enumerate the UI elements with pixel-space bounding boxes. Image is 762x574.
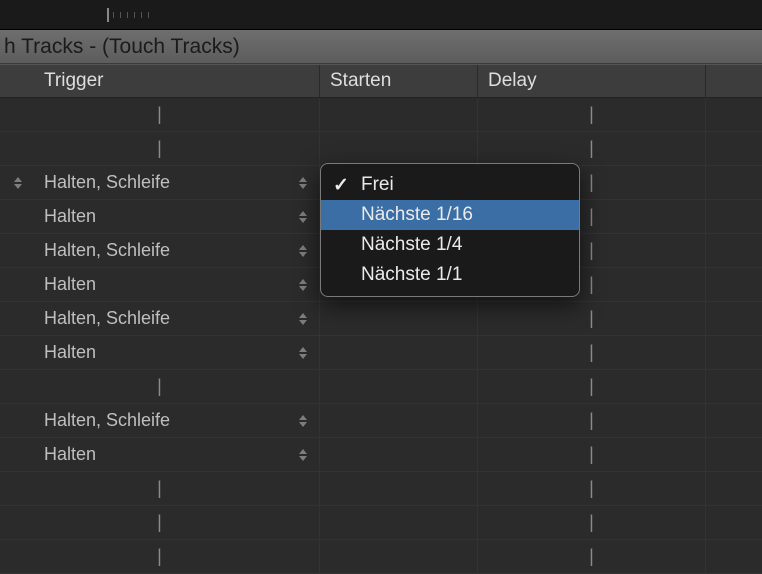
- table-row: Halten |: [0, 438, 762, 472]
- stepper-icon[interactable]: [299, 344, 311, 362]
- table-row: Halten, Schleife |: [0, 302, 762, 336]
- trigger-cell[interactable]: Halten: [0, 268, 320, 301]
- empty-marker: |: [589, 444, 594, 465]
- starten-cell: [320, 370, 478, 403]
- table-row: ||: [0, 98, 762, 132]
- table-row: ||: [0, 540, 762, 574]
- trigger-cell[interactable]: Halten: [0, 438, 320, 471]
- column-header-row: Trigger Starten Delay: [0, 64, 762, 98]
- stepper-icon[interactable]: [299, 242, 311, 260]
- table-row: Halten |: [0, 336, 762, 370]
- starten-cell: [320, 506, 478, 539]
- empty-marker: |: [157, 478, 162, 499]
- dropdown-item-label: Nächste 1/4: [361, 234, 462, 256]
- dropdown-item[interactable]: Nächste 1/1: [321, 260, 579, 290]
- trigger-cell[interactable]: Halten, Schleife: [0, 404, 320, 437]
- starten-cell[interactable]: [320, 404, 478, 437]
- trigger-cell: |: [0, 132, 320, 165]
- dropdown-item[interactable]: Nächste 1/4: [321, 230, 579, 260]
- empty-marker: |: [589, 410, 594, 431]
- starten-cell: [320, 540, 478, 573]
- trigger-cell: |: [0, 98, 320, 131]
- starten-dropdown-menu[interactable]: ✓ Frei Nächste 1/16 Nächste 1/4 Nächste 1/1: [320, 163, 580, 297]
- empty-marker: |: [157, 376, 162, 397]
- table-body: ||||Halten, Schleife|Halten|Halten, Schl…: [0, 98, 762, 574]
- empty-marker: |: [589, 546, 594, 567]
- empty-marker: |: [589, 172, 594, 193]
- empty-marker: |: [589, 206, 594, 227]
- empty-marker: |: [157, 546, 162, 567]
- empty-marker: |: [589, 342, 594, 363]
- delay-cell: |: [478, 98, 706, 131]
- starten-cell: [320, 472, 478, 505]
- stepper-icon[interactable]: [14, 174, 26, 192]
- stepper-icon[interactable]: [299, 310, 311, 328]
- delay-cell: |: [478, 472, 706, 505]
- trigger-cell[interactable]: Halten: [0, 200, 320, 233]
- delay-cell[interactable]: |: [478, 302, 706, 335]
- empty-marker: |: [157, 512, 162, 533]
- trigger-cell: |: [0, 506, 320, 539]
- trigger-cell[interactable]: Halten: [0, 336, 320, 369]
- table-row: ||: [0, 472, 762, 506]
- stepper-icon[interactable]: [299, 174, 311, 192]
- starten-cell[interactable]: [320, 336, 478, 369]
- table-row: ||: [0, 370, 762, 404]
- starten-cell: [320, 132, 478, 165]
- trigger-cell[interactable]: Halten, Schleife: [0, 302, 320, 335]
- stepper-icon[interactable]: [299, 446, 311, 464]
- empty-marker: |: [157, 104, 162, 125]
- delay-cell: |: [478, 506, 706, 539]
- dropdown-item[interactable]: ✓ Frei: [321, 170, 579, 200]
- trigger-value: Halten: [44, 206, 96, 227]
- stepper-icon[interactable]: [299, 412, 311, 430]
- trigger-value: Halten, Schleife: [44, 410, 170, 431]
- starten-cell[interactable]: [320, 302, 478, 335]
- empty-marker: |: [589, 240, 594, 261]
- ruler: [0, 0, 762, 30]
- trigger-value: Halten: [44, 444, 96, 465]
- column-header-starten[interactable]: Starten: [320, 65, 478, 97]
- trigger-value: Halten: [44, 274, 96, 295]
- column-header-delay[interactable]: Delay: [478, 65, 706, 97]
- empty-marker: |: [589, 376, 594, 397]
- trigger-value: Halten, Schleife: [44, 172, 170, 193]
- delay-cell[interactable]: |: [478, 404, 706, 437]
- table-row: ||: [0, 132, 762, 166]
- trigger-value: Halten: [44, 342, 96, 363]
- dropdown-item-label: Nächste 1/1: [361, 264, 462, 286]
- delay-cell: |: [478, 132, 706, 165]
- delay-cell[interactable]: |: [478, 336, 706, 369]
- starten-cell: [320, 98, 478, 131]
- column-header-trigger[interactable]: Trigger: [0, 65, 320, 97]
- stepper-icon[interactable]: [299, 276, 311, 294]
- trigger-cell: |: [0, 472, 320, 505]
- dropdown-item-label: Frei: [361, 174, 394, 196]
- window-title: h Tracks - (Touch Tracks): [0, 30, 762, 64]
- check-icon: ✓: [333, 174, 349, 197]
- stepper-icon[interactable]: [299, 208, 311, 226]
- trigger-cell: |: [0, 370, 320, 403]
- dropdown-item[interactable]: Nächste 1/16: [321, 200, 579, 230]
- trigger-cell[interactable]: Halten, Schleife: [0, 234, 320, 267]
- dropdown-item-label: Nächste 1/16: [361, 204, 473, 226]
- empty-marker: |: [589, 104, 594, 125]
- table-row: Halten, Schleife |: [0, 404, 762, 438]
- empty-marker: |: [589, 138, 594, 159]
- empty-marker: |: [589, 512, 594, 533]
- starten-cell[interactable]: [320, 438, 478, 471]
- empty-marker: |: [589, 478, 594, 499]
- empty-marker: |: [157, 138, 162, 159]
- empty-marker: |: [589, 308, 594, 329]
- empty-marker: |: [589, 274, 594, 295]
- delay-cell[interactable]: |: [478, 438, 706, 471]
- trigger-cell: |: [0, 540, 320, 573]
- table-row: ||: [0, 506, 762, 540]
- delay-cell: |: [478, 370, 706, 403]
- delay-cell: |: [478, 540, 706, 573]
- trigger-cell[interactable]: Halten, Schleife: [0, 166, 320, 199]
- trigger-value: Halten, Schleife: [44, 240, 170, 261]
- trigger-value: Halten, Schleife: [44, 308, 170, 329]
